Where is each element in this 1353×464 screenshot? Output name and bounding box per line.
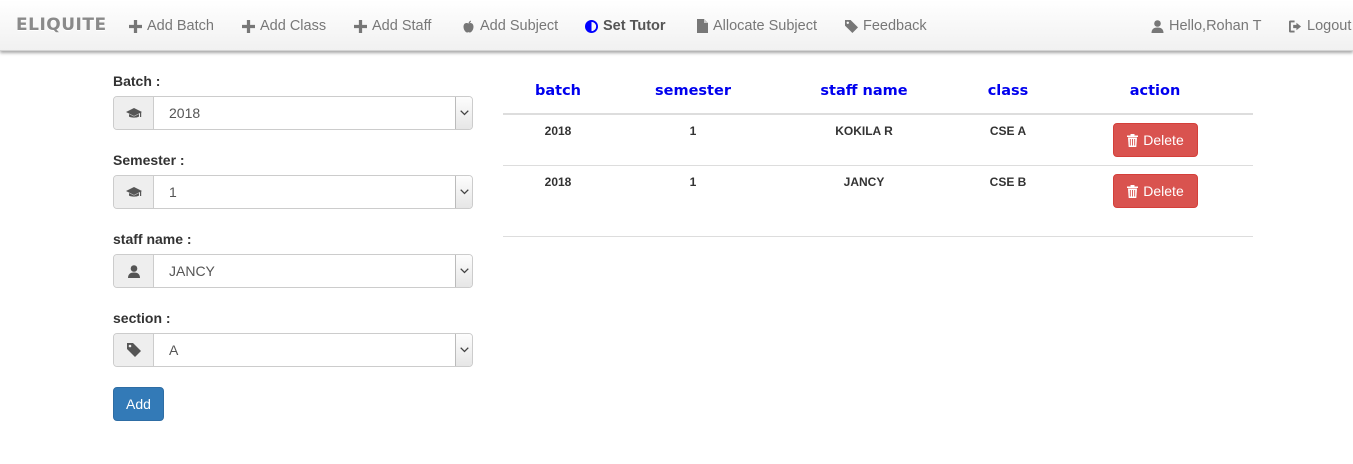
nav-user-label: Hello,Rohan T [1169, 18, 1262, 34]
header-divider [503, 113, 1253, 115]
staff-name-label: staff name : [113, 231, 192, 247]
section-label: section : [113, 310, 171, 326]
nav-allocate-subject-label: Allocate Subject [713, 18, 817, 34]
chevron-down-icon[interactable] [455, 255, 472, 287]
delete-button[interactable]: Delete [1113, 174, 1198, 208]
nav-add-batch[interactable]: Add Batch [129, 16, 214, 36]
tag-icon [845, 19, 858, 33]
staff-addon [114, 255, 154, 287]
nav-add-staff[interactable]: Add Staff [354, 16, 431, 36]
nav-logout-label: Logout [1307, 18, 1352, 34]
column-header-staff-name: staff name [820, 83, 908, 99]
cell-semester: 1 [689, 124, 697, 138]
column-header-semester: semester [655, 83, 731, 99]
nav-logout[interactable]: Logout [1289, 16, 1351, 36]
semester-value: 1 [169, 184, 177, 200]
cell-staff-name: JANCY [843, 175, 885, 189]
trash-icon [1127, 184, 1139, 198]
cell-semester: 1 [689, 175, 697, 189]
add-button[interactable]: Add [113, 387, 164, 421]
graduation-cap-icon [125, 187, 142, 197]
nav-add-class[interactable]: Add Class [242, 16, 326, 36]
apple-icon [463, 20, 474, 32]
batch-value: 2018 [169, 105, 201, 121]
user-icon [1151, 19, 1164, 33]
nav-feedback-label: Feedback [863, 18, 927, 34]
delete-button-label: Delete [1143, 132, 1184, 148]
plus-icon [354, 19, 367, 33]
section-value: A [169, 342, 179, 358]
staff-name-value: JANCY [169, 263, 215, 279]
nav-allocate-subject[interactable]: Allocate Subject [697, 16, 817, 36]
staff-name-select[interactable]: JANCY [113, 254, 473, 288]
row-divider [503, 165, 1253, 166]
user-icon [127, 264, 140, 278]
semester-addon [114, 176, 154, 208]
nav-add-class-label: Add Class [260, 18, 327, 34]
section-addon [114, 334, 154, 366]
nav-set-tutor[interactable]: Set Tutor [585, 16, 666, 36]
nav-add-staff-label: Add Staff [372, 18, 432, 34]
batch-label: Batch : [113, 73, 161, 89]
column-header-batch: batch [534, 83, 581, 99]
delete-button-label: Delete [1143, 183, 1184, 199]
nav-set-tutor-label: Set Tutor [603, 18, 666, 34]
section-select[interactable]: A [113, 333, 473, 367]
logout-icon [1289, 19, 1302, 33]
row-divider [503, 236, 1253, 237]
nav-add-subject-label: Add Subject [480, 18, 559, 34]
chevron-down-icon[interactable] [455, 97, 472, 129]
plus-icon [242, 19, 255, 33]
top-navbar: ELIQUITE Add Batch Add Class Add Staff A… [0, 0, 1353, 51]
adjust-icon [585, 19, 598, 33]
brand-logo[interactable]: ELIQUITE [16, 15, 107, 35]
semester-label: Semester : [113, 152, 185, 168]
delete-button[interactable]: Delete [1113, 123, 1198, 157]
file-icon [697, 19, 708, 33]
nav-feedback[interactable]: Feedback [845, 16, 927, 36]
batch-select[interactable]: 2018 [113, 96, 473, 130]
cell-staff-name: KOKILA R [835, 124, 893, 138]
semester-select[interactable]: 1 [113, 175, 473, 209]
column-header-class: class [987, 83, 1029, 99]
cell-batch: 2018 [544, 175, 572, 189]
chevron-down-icon[interactable] [455, 176, 472, 208]
chevron-down-icon[interactable] [455, 334, 472, 366]
trash-icon [1127, 133, 1139, 147]
cell-class: CSE A [989, 124, 1027, 138]
column-header-action: action [1129, 83, 1181, 99]
batch-addon [114, 97, 154, 129]
cell-batch: 2018 [544, 124, 572, 138]
nav-add-subject[interactable]: Add Subject [462, 16, 558, 36]
nav-add-batch-label: Add Batch [147, 18, 214, 34]
graduation-cap-icon [125, 108, 142, 118]
plus-icon [129, 19, 142, 33]
cell-class: CSE B [989, 175, 1027, 189]
tag-icon [126, 343, 141, 357]
nav-user[interactable]: Hello,Rohan T [1151, 16, 1261, 36]
